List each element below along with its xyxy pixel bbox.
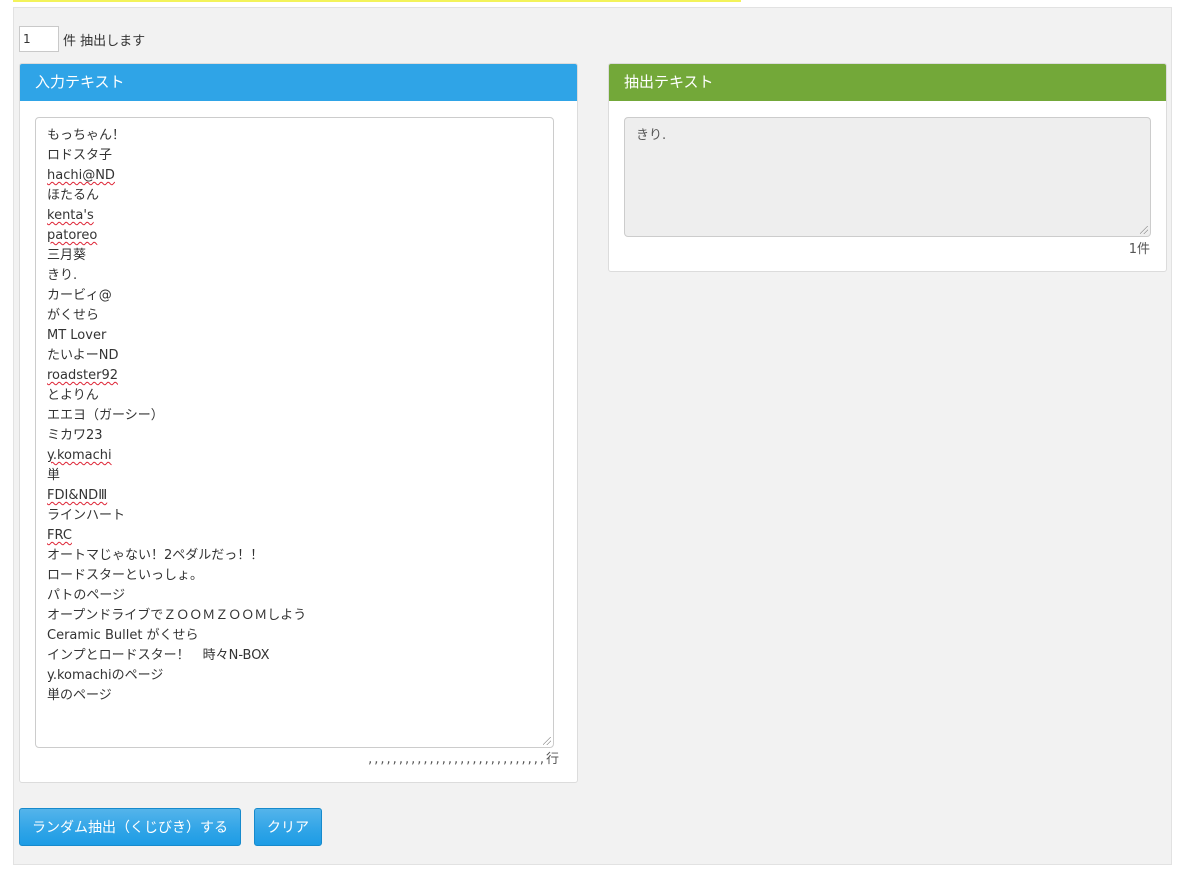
resize-grip-icon[interactable]	[1140, 226, 1148, 234]
input-line: y.komachiのページ	[47, 668, 164, 683]
extract-count-input[interactable]	[19, 26, 59, 52]
random-extract-button[interactable]: ランダム抽出（くじびき）する	[19, 808, 241, 846]
extract-count-label: 件 抽出します	[63, 33, 146, 49]
input-line: patoreo	[47, 228, 98, 243]
input-line: hachi@ND	[47, 168, 115, 183]
input-line: とよりん	[47, 388, 99, 403]
input-line: ロドスタ子	[47, 148, 113, 163]
input-line: kenta's	[47, 208, 94, 223]
input-line: カービィ@	[47, 288, 112, 303]
input-line: 単のページ	[47, 688, 112, 703]
output-panel-title: 抽出テキスト	[609, 64, 1166, 101]
output-textarea[interactable]: きり.	[624, 117, 1151, 237]
input-panel-title: 入力テキスト	[20, 64, 577, 101]
input-line: y.komachi	[47, 448, 112, 463]
input-line: オートマじゃない！2ペダルだっ！！	[47, 548, 264, 563]
input-line: ロードスターといっしょ。	[47, 568, 204, 583]
input-line: オープンドライブでＺＯＯＭＺＯＯＭしよう	[47, 608, 307, 623]
input-line: がくせら	[47, 308, 100, 323]
input-line: ラインハート	[47, 508, 126, 523]
clear-button[interactable]: クリア	[254, 808, 322, 846]
input-line: Ceramic Bullet がくせら	[47, 628, 199, 643]
input-line: roadster92	[47, 368, 118, 383]
top-accent-line	[13, 0, 741, 2]
input-line: インプとロードスター！ 時々N-BOX	[47, 648, 270, 663]
input-panel: 入力テキスト もっちゃん！ ロドスタ子 hachi@ND ほたるん kenta's pat…	[19, 63, 578, 783]
output-panel: 抽出テキスト きり. 1件	[608, 63, 1167, 272]
resize-grip-icon[interactable]	[543, 737, 551, 745]
input-line: ミカワ23	[47, 428, 103, 443]
input-line: たいよーND	[47, 348, 119, 363]
line-counter: ,,,,,,,,,,,,,,,,,,,,,,,,,,,,,行	[368, 752, 561, 767]
extract-count-row: 件 抽出します	[19, 26, 145, 52]
input-textarea[interactable]: もっちゃん！ ロドスタ子 hachi@ND ほたるん kenta's patoreo 三月葵…	[35, 117, 554, 748]
input-line: エエヨ（ガーシー）	[47, 408, 164, 423]
input-line: 三月葵	[47, 248, 87, 263]
input-line: ほたるん	[47, 188, 100, 203]
input-line: パトのページ	[47, 588, 126, 603]
input-line: きり.	[47, 268, 78, 283]
output-count: 1件	[1128, 242, 1150, 257]
input-line: MT Lover	[47, 328, 107, 343]
input-line: FRC	[47, 528, 72, 543]
output-text: きり.	[636, 128, 667, 143]
input-line: FDⅠ&NDⅢ	[47, 488, 108, 503]
input-line: 単	[47, 468, 61, 483]
input-line: もっちゃん！	[47, 128, 126, 143]
